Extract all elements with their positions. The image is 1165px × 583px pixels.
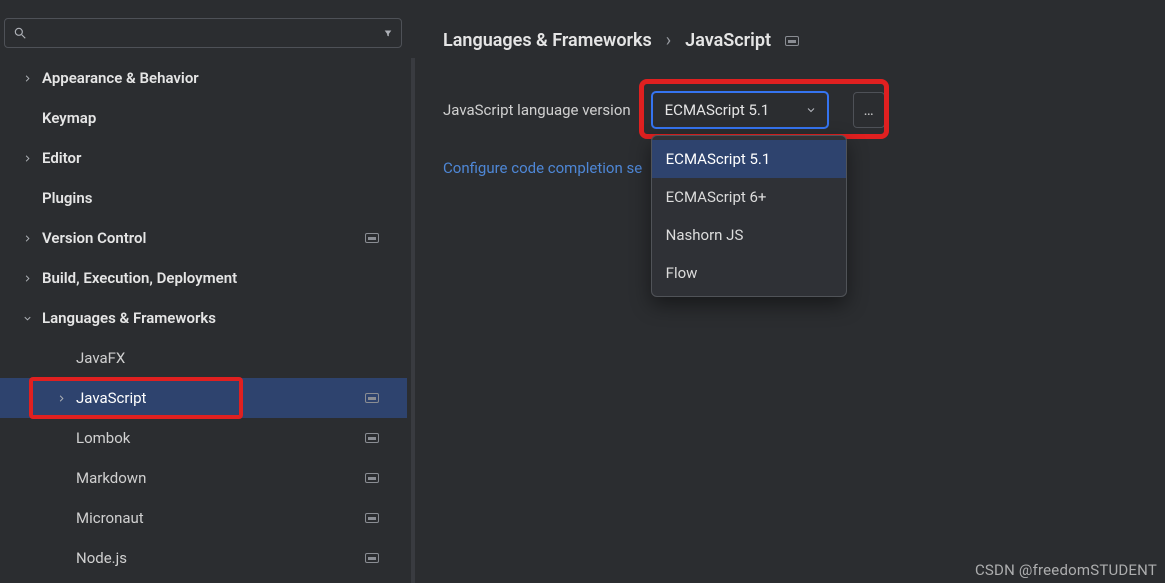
language-version-value: ECMAScript 5.1	[665, 101, 770, 119]
sidebar-item-appearance-behavior[interactable]: Appearance & Behavior	[0, 58, 407, 98]
language-version-option[interactable]: ECMAScript 6+	[652, 178, 846, 216]
configure-completion-link[interactable]: Configure code completion se	[443, 159, 642, 177]
breadcrumb-parent[interactable]: Languages & Frameworks	[443, 30, 652, 51]
sidebar-search-wrap	[0, 18, 415, 58]
search-icon	[13, 26, 27, 40]
language-version-label: JavaScript language version	[443, 101, 631, 119]
sidebar-item-javafx[interactable]: JavaFX	[0, 338, 407, 378]
language-version-option[interactable]: Nashorn JS	[652, 216, 846, 254]
scope-badge-icon	[365, 433, 379, 443]
language-version-options[interactable]: ECMAScript 5.1ECMAScript 6+Nashorn JSFlo…	[651, 135, 847, 297]
chevron-down-icon[interactable]	[20, 313, 34, 324]
sidebar-item-languages-frameworks[interactable]: Languages & Frameworks	[0, 298, 407, 338]
settings-main: Languages & Frameworks › JavaScript Java…	[415, 0, 1165, 583]
language-version-dropdown[interactable]: ECMAScript 5.1	[651, 91, 829, 129]
chevron-down-icon	[805, 104, 817, 116]
ellipsis-label: …	[864, 101, 874, 119]
chevron-right-icon[interactable]	[20, 153, 34, 164]
settings-sidebar: Appearance & Behavior Keymap Editor Plugins…	[0, 0, 415, 583]
sidebar-item-label: Editor	[42, 149, 379, 167]
language-version-more-button[interactable]: …	[853, 92, 885, 128]
sidebar-item-keymap[interactable]: Keymap	[0, 98, 407, 138]
breadcrumb-current: JavaScript	[685, 30, 771, 51]
scope-badge-icon	[365, 473, 379, 483]
language-version-option[interactable]: Flow	[652, 254, 846, 292]
sidebar-item-label: Markdown	[76, 469, 365, 487]
breadcrumb-separator: ›	[666, 30, 671, 51]
language-version-option[interactable]: ECMAScript 5.1	[652, 140, 846, 178]
sidebar-item-plugins[interactable]: Plugins	[0, 178, 407, 218]
sidebar-item-label: Build, Execution, Deployment	[42, 269, 379, 287]
sidebar-item-javascript[interactable]: JavaScript	[0, 378, 407, 418]
breadcrumb: Languages & Frameworks › JavaScript	[443, 30, 1135, 51]
sidebar-item-label: Appearance & Behavior	[42, 69, 379, 87]
sidebar-item-label: Node.js	[76, 549, 365, 567]
sidebar-item-version-control[interactable]: Version Control	[0, 218, 407, 258]
sidebar-item-label: Lombok	[76, 429, 365, 447]
scope-badge-icon	[365, 233, 379, 243]
search-input[interactable]	[33, 25, 377, 41]
sidebar-item-editor[interactable]: Editor	[0, 138, 407, 178]
scope-badge-icon	[365, 553, 379, 563]
chevron-right-icon[interactable]	[20, 73, 34, 84]
sidebar-item-label: Languages & Frameworks	[42, 309, 379, 327]
sidebar-item-label: Keymap	[42, 109, 379, 127]
sidebar-item-build-execution-deployment[interactable]: Build, Execution, Deployment	[0, 258, 407, 298]
sidebar-search[interactable]	[4, 18, 402, 48]
sidebar-item-label: JavaFX	[76, 349, 379, 367]
sidebar-item-lombok[interactable]: Lombok	[0, 418, 407, 458]
scope-badge-icon	[785, 36, 799, 46]
scope-badge-icon	[365, 393, 379, 403]
chevron-right-icon[interactable]	[54, 393, 68, 404]
sidebar-item-label: Micronaut	[76, 509, 365, 527]
sidebar-item-label: Version Control	[42, 229, 365, 247]
chevron-right-icon[interactable]	[20, 233, 34, 244]
sidebar-item-label: Plugins	[42, 189, 379, 207]
filter-icon[interactable]	[383, 28, 393, 38]
chevron-right-icon[interactable]	[20, 273, 34, 284]
sidebar-item-micronaut[interactable]: Micronaut	[0, 498, 407, 538]
sidebar-item-label: JavaScript	[76, 389, 365, 407]
scope-badge-icon	[365, 513, 379, 523]
settings-tree[interactable]: Appearance & Behavior Keymap Editor Plugins…	[0, 58, 415, 583]
sidebar-item-node-js[interactable]: Node.js	[0, 538, 407, 578]
sidebar-item-markdown[interactable]: Markdown	[0, 458, 407, 498]
